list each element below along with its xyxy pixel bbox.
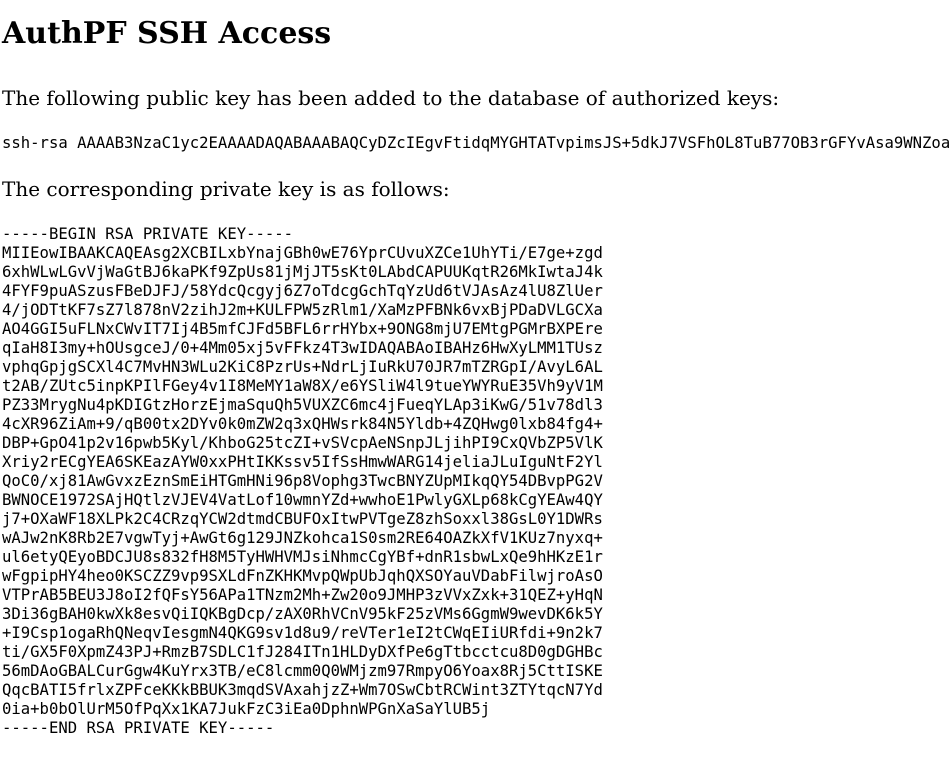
page-title: AuthPF SSH Access [2,16,332,51]
public-key-intro: The following public key has been added … [2,86,780,110]
public-key-text: ssh-rsa AAAAB3NzaC1yc2EAAAADAQABAAABAQCy… [2,134,950,152]
private-key-text: -----BEGIN RSA PRIVATE KEY----- MIIEowIB… [2,225,603,737]
private-key-intro: The corresponding private key is as foll… [2,177,450,201]
page: AuthPF SSH Access The following public k… [0,0,950,769]
